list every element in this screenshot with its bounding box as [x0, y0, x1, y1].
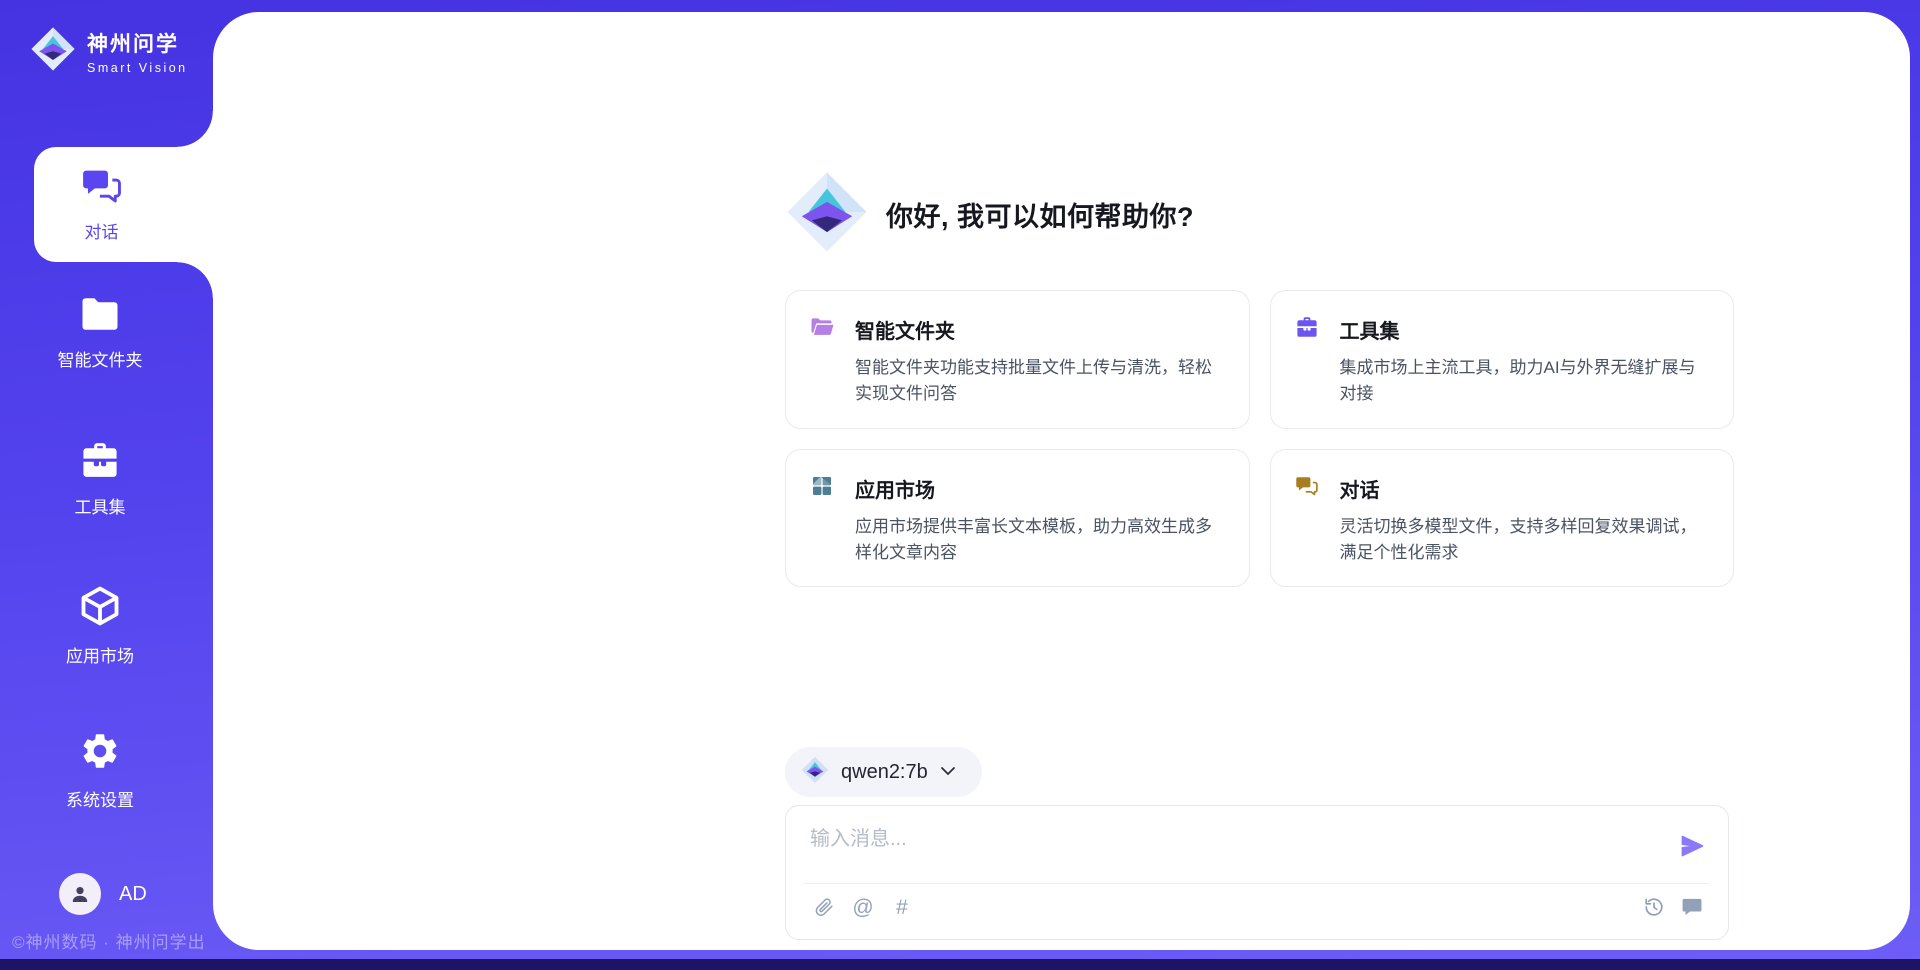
- card-smart-folder[interactable]: 智能文件夹 智能文件夹功能支持批量文件上传与清洗，轻松实现文件问答: [785, 290, 1250, 429]
- grid-tiles-icon: [810, 474, 834, 503]
- sidebar-item-label: 智能文件夹: [58, 346, 143, 371]
- brand-logo-icon: [30, 26, 76, 77]
- card-description: 智能文件夹功能支持批量文件上传与清洗，轻松实现文件问答: [855, 355, 1221, 408]
- chat-bubbles-icon: [1295, 475, 1319, 502]
- card-title: 对话: [1340, 474, 1380, 503]
- app-window: 神州问学 Smart Vision 对话 智能文件夹: [0, 0, 1920, 970]
- sidebar-item-label: 对话: [85, 218, 119, 243]
- main-panel: 你好, 我可以如何帮助你? 智能文件夹 智能文件夹功能支持批量文件上传与清洗，轻…: [213, 12, 1910, 950]
- sidebar-item-smart-folder[interactable]: 智能文件夹: [0, 296, 200, 371]
- attachment-icon[interactable]: [812, 895, 836, 919]
- model-selector[interactable]: qwen2:7b: [785, 747, 982, 797]
- card-title: 工具集: [1340, 315, 1400, 344]
- message-composer: @ #: [785, 805, 1729, 940]
- card-title: 应用市场: [855, 474, 935, 503]
- composer-divider: [804, 883, 1710, 884]
- card-app-market[interactable]: 应用市场 应用市场提供丰富长文本模板，助力高效生成多样化文章内容: [785, 449, 1250, 588]
- history-icon[interactable]: [1642, 895, 1666, 919]
- sidebar: 神州问学 Smart Vision 对话 智能文件夹: [0, 0, 213, 970]
- folder-open-icon: [810, 317, 834, 342]
- card-chat[interactable]: 对话 灵活切换多模型文件，支持多样回复效果调试，满足个性化需求: [1270, 449, 1735, 588]
- cube-icon: [78, 584, 122, 633]
- sidebar-item-label: 系统设置: [66, 786, 134, 811]
- greeting-row: 你好, 我可以如何帮助你?: [785, 172, 1734, 256]
- brand-name: 神州问学: [87, 28, 188, 58]
- greeting-text: 你好, 我可以如何帮助你?: [886, 195, 1194, 234]
- model-logo-icon: [801, 756, 829, 789]
- avatar: [59, 873, 101, 915]
- card-title: 智能文件夹: [855, 315, 955, 344]
- chevron-down-icon: [940, 763, 956, 781]
- user-account[interactable]: AD: [59, 873, 147, 915]
- sidebar-item-toolset[interactable]: 工具集: [0, 441, 200, 518]
- mention-icon[interactable]: @: [851, 895, 875, 919]
- card-description: 集成市场上主流工具，助力AI与外界无缝扩展与对接: [1340, 355, 1706, 408]
- model-name: qwen2:7b: [841, 761, 928, 784]
- feature-cards: 智能文件夹 智能文件夹功能支持批量文件上传与清洗，轻松实现文件问答 工具集: [785, 290, 1734, 587]
- card-toolset[interactable]: 工具集 集成市场上主流工具，助力AI与外界无缝扩展与对接: [1270, 290, 1735, 429]
- brand-subtitle: Smart Vision: [87, 61, 188, 75]
- hashtag-icon[interactable]: #: [890, 895, 914, 919]
- card-description: 灵活切换多模型文件，支持多样回复效果调试，满足个性化需求: [1340, 514, 1706, 567]
- sidebar-item-settings[interactable]: 系统设置: [0, 730, 200, 811]
- card-description: 应用市场提供丰富长文本模板，助力高效生成多样化文章内容: [855, 514, 1221, 567]
- toolbox-icon: [1295, 316, 1319, 343]
- sidebar-item-app-market[interactable]: 应用市场: [0, 584, 200, 667]
- bottom-strip: [0, 959, 1920, 970]
- user-initials: AD: [119, 883, 147, 906]
- gear-icon: [79, 730, 121, 777]
- brand: 神州问学 Smart Vision: [30, 26, 188, 77]
- toolbox-icon: [79, 441, 121, 484]
- send-icon[interactable]: [1678, 832, 1706, 860]
- sidebar-item-label: 应用市场: [66, 642, 134, 667]
- folder-icon: [79, 296, 121, 337]
- assistant-logo-icon: [785, 170, 869, 259]
- message-input[interactable]: [810, 822, 1630, 880]
- sidebar-item-chat[interactable]: 对话: [34, 147, 215, 262]
- chat-icon: [81, 166, 123, 211]
- chat-bubble-icon[interactable]: [1680, 895, 1704, 919]
- sidebar-item-label: 工具集: [75, 493, 126, 518]
